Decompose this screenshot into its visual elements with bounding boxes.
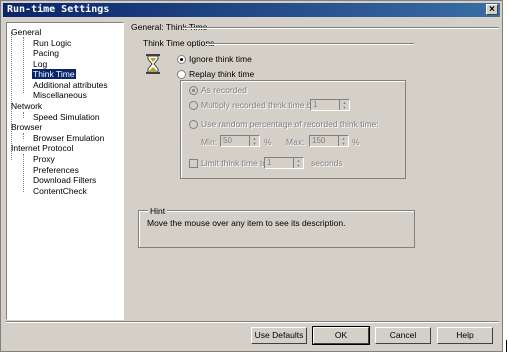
panel-title-divider [183,27,499,29]
tree-item-log[interactable]: Log [33,59,47,69]
tree-item-preferences[interactable]: Preferences [33,165,79,175]
tree-item-run-logic[interactable]: Run Logic [33,38,71,48]
tree-item-additional-attributes[interactable]: Additional attributes [33,80,108,90]
text-cursor [506,340,507,352]
tree-connector [23,133,24,139]
hint-title: Hint [148,206,168,216]
hint-box [138,210,415,248]
ignore-think-time-radio[interactable] [177,55,186,64]
tree-item-general[interactable]: General [11,27,41,37]
multiply-label: Multiply recorded think time by: [201,100,319,110]
tree-item-miscellaneous[interactable]: Miscellaneous [33,90,87,100]
stepper-arrows[interactable]: ▲ ▼ [249,136,259,146]
section-label: Think Time options [143,38,215,48]
close-button[interactable]: × [486,4,498,15]
limit-stepper[interactable]: 1 ▲ ▼ [264,157,304,169]
random-percentage-radio[interactable] [189,120,198,129]
min-percent-label: % [264,137,272,147]
tree-item-proxy[interactable]: Proxy [33,154,55,164]
title-bar[interactable]: Run-time Settings × [3,3,500,17]
help-button[interactable]: Help [437,327,493,344]
tree-item-internet-protocol[interactable]: Internet Protocol [11,143,73,153]
max-percent-label: % [352,137,360,147]
multiply-value: 1 [313,100,318,109]
footer-divider [6,321,499,323]
tree-item-browser-emulation[interactable]: Browser Emulation [33,133,104,143]
tree-connector [23,154,24,192]
tree-item-think-time[interactable]: Think Time [32,69,76,79]
limit-think-time-label: Limit think time to: [201,158,270,168]
random-percentage-label: Use random percentage of recorded think … [201,119,379,129]
replay-think-time-label[interactable]: Replay think time [189,69,257,79]
tree-item-speed-simulation[interactable]: Speed Simulation [33,112,100,122]
section-divider [206,43,414,45]
as-recorded-radio[interactable] [189,86,198,95]
tree-connector [11,32,12,160]
stepper-arrows[interactable]: ▲ ▼ [338,136,348,146]
settings-tree[interactable]: General Run Logic Pacing Log Think Time … [6,22,124,320]
tree-connector [23,112,24,118]
min-value: 50 [223,136,232,145]
max-label: Max: [286,137,305,147]
stepper-arrows[interactable]: ▲ ▼ [293,158,303,168]
use-defaults-button[interactable]: Use Defaults [251,327,307,344]
hourglass-icon [146,54,160,74]
stepper-arrows[interactable]: ▲ ▼ [339,100,349,110]
limit-think-time-checkbox[interactable] [189,159,198,168]
tree-connector [23,37,24,93]
hint-text: Move the mouse over any item to see its … [147,218,346,228]
cancel-button[interactable]: Cancel [375,327,431,344]
tree-item-network[interactable]: Network [11,101,42,111]
seconds-label: seconds [311,158,343,168]
min-stepper[interactable]: 50 ▲ ▼ [220,135,260,147]
tree-item-download-filters[interactable]: Download Filters [33,175,96,185]
window-title: Run-time Settings [7,4,110,15]
min-label: Min: [201,137,218,147]
max-value: 150 [312,136,326,145]
limit-value: 1 [267,158,272,167]
tree-item-browser[interactable]: Browser [11,122,42,132]
tree-item-pacing[interactable]: Pacing [33,48,59,58]
multiply-stepper[interactable]: 1 ▲ ▼ [310,99,350,111]
replay-think-time-radio[interactable] [177,70,186,79]
tree-item-contentcheck[interactable]: ContentCheck [33,186,87,196]
ignore-think-time-label[interactable]: Ignore think time [189,54,252,64]
max-stepper[interactable]: 150 ▲ ▼ [309,135,349,147]
multiply-radio[interactable] [189,101,198,110]
ok-button[interactable]: OK [312,326,370,345]
as-recorded-label: As recorded [201,85,247,95]
